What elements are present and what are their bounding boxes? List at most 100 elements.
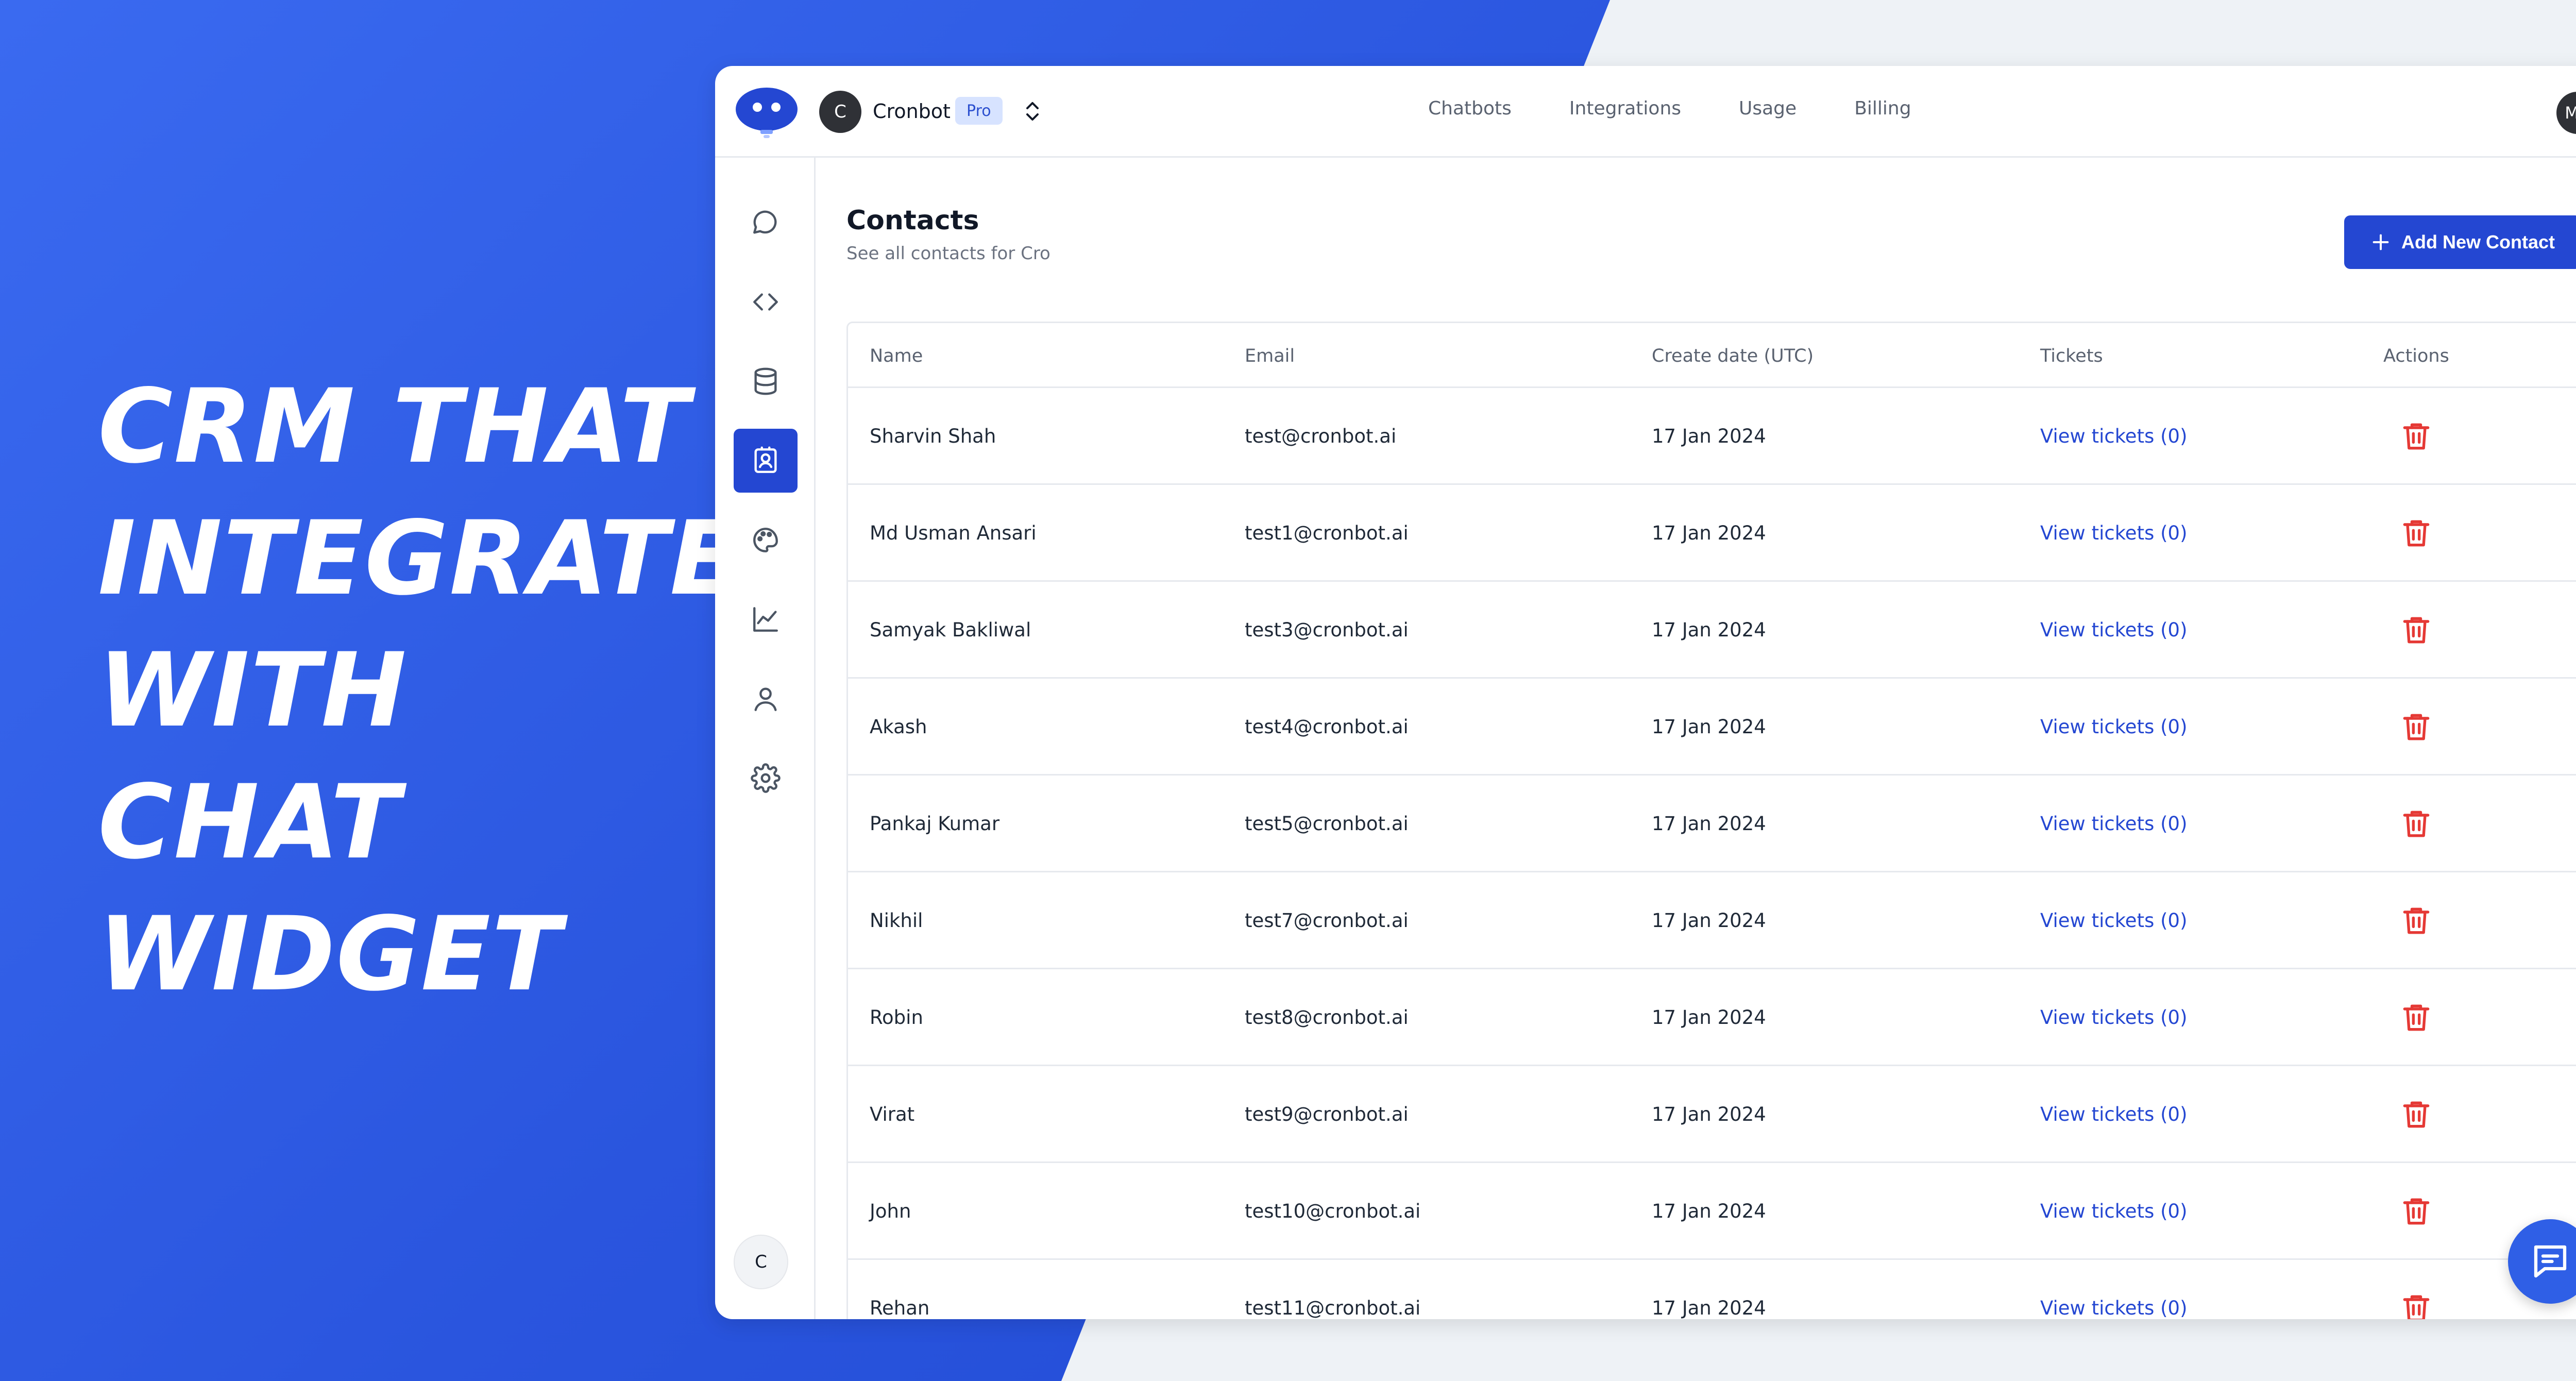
chevron-updown-icon[interactable] [1022,96,1043,127]
contact-email: test@cronbot.ai [1245,425,1397,447]
table-row: Rehan test11@cronbot.ai 17 Jan 2024 View ti… [848,1260,2576,1319]
user-avatar[interactable]: MA [2556,92,2576,134]
header-actions: Actions [2383,346,2449,366]
contacts-icon[interactable] [734,429,798,493]
workspace-avatar[interactable]: C [819,91,861,133]
table-row: Pankaj Kumar test5@cronbot.ai 17 Jan 2024 V… [848,776,2576,872]
view-tickets-link[interactable]: View tickets (0) [2040,716,2188,738]
table-row: John test10@cronbot.ai 17 Jan 2024 View tic… [848,1163,2576,1260]
view-tickets-link[interactable]: View tickets (0) [2040,619,2188,641]
trash-icon[interactable] [2399,1000,2434,1035]
view-tickets-link[interactable]: View tickets (0) [2040,1200,2188,1222]
page-subtitle: See all contacts for Cro [846,243,1050,264]
header-tickets[interactable]: Tickets [2040,346,2103,366]
page-title: Contacts [846,205,979,236]
view-tickets-link[interactable]: View tickets (0) [2040,813,2188,835]
contact-create-date: 17 Jan 2024 [1652,1006,1766,1029]
chat-bubble-icon [2534,1245,2567,1278]
contact-create-date: 17 Jan 2024 [1652,425,1766,447]
contact-name: Sharvin Shah [870,425,996,447]
contact-name: Robin [870,1006,923,1029]
sidebar-account-avatar[interactable]: C [734,1235,788,1289]
workspace-name[interactable]: Cronbot [873,100,951,123]
contact-create-date: 17 Jan 2024 [1652,619,1766,641]
contact-email: test8@cronbot.ai [1245,1006,1409,1029]
table-row: Robin test8@cronbot.ai 17 Jan 2024 View tic… [848,969,2576,1066]
contact-name: Samyak Bakliwal [870,619,1031,641]
table-row: Nikhil test7@cronbot.ai 17 Jan 2024 View ti… [848,872,2576,969]
trash-icon[interactable] [2399,613,2434,648]
main-content: Contacts See all contacts for Cro Add Ne… [816,158,2576,1319]
contact-name: Rehan [870,1297,930,1319]
contacts-table: Name Email Create date (UTC) Tickets Act… [846,322,2576,1319]
view-tickets-link[interactable]: View tickets (0) [2040,1103,2188,1125]
table-row: Md Usman Ansari test1@cronbot.ai 17 Jan 20… [848,485,2576,582]
contact-email: test7@cronbot.ai [1245,910,1409,932]
table-row: Akash test4@cronbot.ai 17 Jan 2024 View tic… [848,679,2576,776]
trash-icon[interactable] [2399,903,2434,938]
header-create-date[interactable]: Create date (UTC) [1652,346,1814,366]
contact-email: test9@cronbot.ai [1245,1103,1409,1125]
gear-icon[interactable] [734,746,798,810]
table-header: Name Email Create date (UTC) Tickets Act… [848,323,2576,388]
view-tickets-link[interactable]: View tickets (0) [2040,1297,2188,1319]
view-tickets-link[interactable]: View tickets (0) [2040,910,2188,932]
contact-email: test3@cronbot.ai [1245,619,1409,641]
headline-line: WITH [98,631,408,750]
top-bar: C Cronbot Pro Chatbots Integrations Usag… [715,66,2576,158]
plus-icon [2372,234,2389,250]
contact-create-date: 17 Jan 2024 [1652,522,1766,544]
contact-name: Virat [870,1103,915,1125]
hero-headline: CRM THAT INTEGRATE WITH CHAT WIDGET [98,361,740,1020]
table-body: Sharvin Shah test@cronbot.ai 17 Jan 2024 Vi… [848,388,2576,1319]
table-row: Sharvin Shah test@cronbot.ai 17 Jan 2024 Vi… [848,388,2576,485]
nav-integrations[interactable]: Integrations [1569,98,1681,119]
table-row: Samyak Bakliwal test3@cronbot.ai 17 Jan 20… [848,582,2576,679]
contact-name: Pankaj Kumar [870,813,1000,835]
trash-icon[interactable] [2399,516,2434,551]
plan-badge: Pro [955,97,1003,125]
robot-logo-icon[interactable] [735,86,799,142]
view-tickets-link[interactable]: View tickets (0) [2040,1006,2188,1029]
headline-line: CRM THAT [98,367,690,486]
contact-create-date: 17 Jan 2024 [1652,1103,1766,1125]
contact-create-date: 17 Jan 2024 [1652,1297,1766,1319]
database-icon[interactable] [734,349,798,413]
trash-icon[interactable] [2399,1097,2434,1132]
nav-usage[interactable]: Usage [1739,98,1797,119]
header-email[interactable]: Email [1245,346,1295,366]
view-tickets-link[interactable]: View tickets (0) [2040,522,2188,544]
contact-name: Md Usman Ansari [870,522,1037,544]
nav-chatbots[interactable]: Chatbots [1428,98,1512,119]
trash-icon[interactable] [2399,419,2434,454]
trash-icon[interactable] [2399,806,2434,841]
contact-email: test4@cronbot.ai [1245,716,1409,738]
headline-line: CHAT [98,763,401,882]
headline-line: WIDGET [98,895,563,1014]
trash-icon[interactable] [2399,1194,2434,1229]
app-window: C Cronbot Pro Chatbots Integrations Usag… [715,66,2576,1319]
header-name[interactable]: Name [870,346,923,366]
code-icon[interactable] [734,270,798,334]
contact-name: Nikhil [870,910,923,932]
nav-billing[interactable]: Billing [1854,98,1911,119]
trash-icon[interactable] [2399,710,2434,745]
palette-icon[interactable] [734,508,798,572]
trash-icon[interactable] [2399,1291,2434,1319]
contact-create-date: 17 Jan 2024 [1652,716,1766,738]
contact-name: John [870,1200,911,1222]
chart-icon[interactable] [734,587,798,651]
contact-email: test5@cronbot.ai [1245,813,1409,835]
contact-email: test10@cronbot.ai [1245,1200,1421,1222]
chat-icon[interactable] [734,191,798,255]
table-row: Virat test9@cronbot.ai 17 Jan 2024 View tic… [848,1066,2576,1163]
contact-email: test11@cronbot.ai [1245,1297,1421,1319]
add-new-contact-label: Add New Contact [2401,231,2555,252]
sidebar: C [715,158,816,1319]
user-icon[interactable] [734,667,798,731]
contact-create-date: 17 Jan 2024 [1652,910,1766,932]
add-new-contact-button[interactable]: Add New Contact [2344,215,2576,269]
top-nav: Chatbots Integrations Usage Billing [1428,98,1911,119]
view-tickets-link[interactable]: View tickets (0) [2040,425,2188,447]
headline-line: INTEGRATE [98,499,741,618]
